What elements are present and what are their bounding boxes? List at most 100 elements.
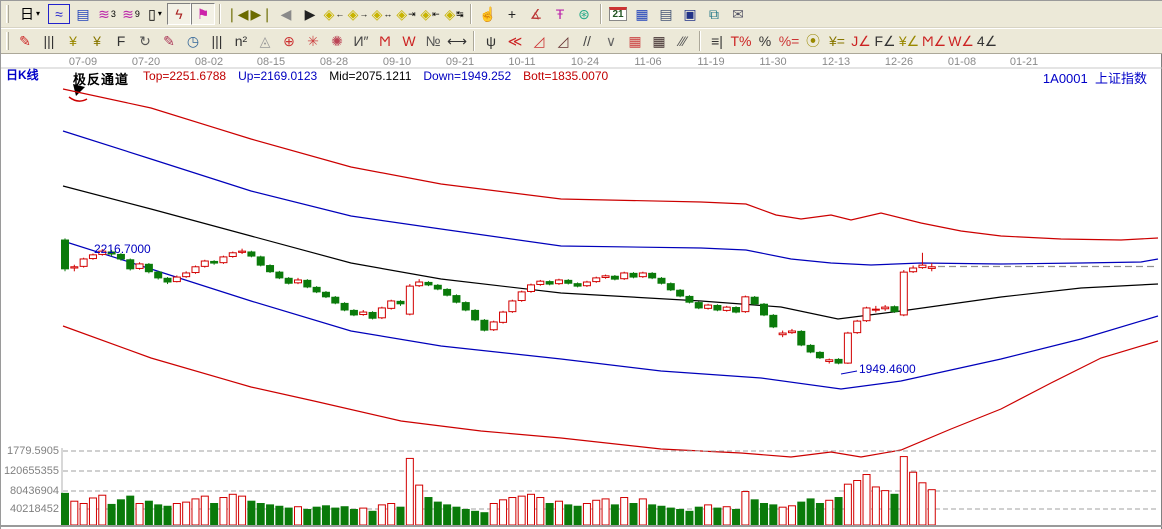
diamond-expand-icon[interactable]: ◈↔ (370, 3, 394, 25)
percent-icon[interactable]: % (753, 30, 777, 52)
clock-cycle-icon[interactable]: ◷ (181, 30, 205, 52)
volume-bar (183, 502, 190, 525)
toolbar-grip[interactable] (6, 5, 9, 23)
parallel-lines-icon[interactable]: ⁄⁄⁄ (671, 30, 695, 52)
kline-chart-area[interactable]: 07-0907-2008-0208-1508-2809-1009-2110-11… (1, 54, 1162, 529)
symbol-name[interactable]: 上证指数 (1095, 71, 1147, 86)
spiral-icon[interactable]: ↻ (133, 30, 157, 52)
next-bar-icon[interactable]: ▶ (298, 3, 322, 25)
spider-web-icon[interactable]: ✺ (325, 30, 349, 52)
channel-line-up (63, 131, 1158, 265)
grid-red-icon[interactable]: ▦ (623, 30, 647, 52)
kline-chart-svg[interactable]: 07-0907-2008-0208-1508-2809-1009-2110-11… (1, 54, 1162, 529)
gray-angle-icon[interactable]: ◬ (253, 30, 277, 52)
axis-label: 80436904 (10, 485, 59, 497)
gold-lines-icon[interactable]: ¥= (825, 30, 849, 52)
step-chart-9-icon[interactable]: ≋9 (119, 3, 143, 25)
j-angle-icon[interactable]: J∠ (849, 30, 873, 52)
volume-bar (733, 509, 740, 525)
number-grid-icon[interactable]: № (421, 30, 445, 52)
fan-box-red-icon[interactable]: ◿ (527, 30, 551, 52)
volume-profile-icon[interactable]: ≡| (705, 30, 729, 52)
hand-drag-icon[interactable]: ☝ (476, 3, 500, 25)
svg-text:09-21: 09-21 (446, 56, 474, 68)
diamond-compress-icon[interactable]: ◈⇥ (394, 3, 418, 25)
price-annotation: 2216.7000 (94, 242, 151, 256)
four-angle-icon[interactable]: 4∠ (975, 30, 999, 52)
indicator-name[interactable]: 极反通道 (73, 69, 129, 88)
f-grid-icon[interactable]: F (109, 30, 133, 52)
gold-circle-icon[interactable]: ⦿ (801, 30, 825, 52)
airbrush-icon[interactable]: ✎ (13, 30, 37, 52)
prev-bar-icon[interactable]: ◀ (274, 3, 298, 25)
volume-bar (276, 506, 283, 525)
win-angle-icon[interactable]: W∠ (947, 30, 975, 52)
trend-pencil-icon[interactable]: // (575, 30, 599, 52)
volume-bar (565, 505, 572, 525)
hash-ruler-icon[interactable]: ||| (37, 30, 61, 52)
grid-dark-icon[interactable]: ▦ (647, 30, 671, 52)
floppy-save-icon[interactable]: ▣ (678, 3, 702, 25)
indicator-row: 极反通道 Top=2251.6788Up=2169.0123Mid=2075.1… (73, 69, 608, 88)
gold-angle-icon[interactable]: ¥∠ (897, 30, 921, 52)
volume-bar (770, 505, 777, 525)
candle-period-icon[interactable]: ▯▾ (143, 3, 167, 25)
network-pc-icon[interactable]: ⧉ (702, 3, 726, 25)
candle (742, 297, 749, 312)
info-panel-icon[interactable]: ▤ (71, 3, 95, 25)
v-lines-icon[interactable]: ∨ (599, 30, 623, 52)
pitchfork-icon[interactable]: ψ (479, 30, 503, 52)
color-flag-icon[interactable]: ⚑ (191, 3, 215, 25)
diamond-left-icon[interactable]: ◈← (322, 3, 346, 25)
symbol-code[interactable]: 1A0001 (1043, 71, 1088, 86)
god-angle-icon[interactable]: Ϻ∠ (921, 30, 947, 52)
crosshair-icon[interactable]: + (500, 3, 524, 25)
diamond-center-icon[interactable]: ◈↹ (442, 3, 466, 25)
diamond-right-icon[interactable]: ◈→ (346, 3, 370, 25)
diamond-in-icon[interactable]: ◈⇤ (418, 3, 442, 25)
candle (350, 310, 357, 315)
calendar-21-icon[interactable]: 21 (606, 3, 630, 25)
last-bar-icon[interactable]: ▶❘ (250, 3, 275, 25)
retrace-percent-icon[interactable]: T% (729, 30, 753, 52)
candle (164, 278, 171, 282)
zigzag-wave-icon[interactable]: ≈ (47, 3, 71, 25)
god-grid-icon[interactable]: Ϻ (373, 30, 397, 52)
gann-fan-icon[interactable]: ≪ (503, 30, 527, 52)
candle (388, 301, 395, 308)
gold-grid-1-icon[interactable]: ¥ (61, 30, 85, 52)
mail-pc-icon[interactable]: ✉ (726, 3, 750, 25)
volume-bar (71, 501, 78, 525)
step-chart-3-icon[interactable]: ≋3 (95, 3, 119, 25)
star-rays-icon[interactable]: ✳ (301, 30, 325, 52)
first-bar-icon[interactable]: ❘◀ (225, 3, 250, 25)
fan-box-dark-icon[interactable]: ◿ (551, 30, 575, 52)
hash-ruler-2-icon[interactable]: ||| (205, 30, 229, 52)
candle (183, 273, 190, 277)
f-angle-icon[interactable]: F∠ (873, 30, 897, 52)
angle-measure-icon[interactable]: ∡ (524, 3, 548, 25)
indicator-values: Top=2251.6788Up=2169.0123Mid=2075.1211Do… (143, 69, 608, 88)
candle (229, 253, 236, 257)
period-day-button[interactable]: 日 ▾ (13, 3, 47, 25)
red-pen-icon[interactable]: ✎ (157, 30, 181, 52)
candle (397, 301, 404, 303)
width-arrows-icon[interactable]: ⟷ (445, 30, 469, 52)
volume-bar (723, 507, 730, 525)
calculator-icon[interactable]: ▦ (630, 3, 654, 25)
toolbar-grip[interactable] (6, 32, 9, 50)
notepad-icon[interactable]: ▤ (654, 3, 678, 25)
compass-target-icon[interactable]: ⊕ (277, 30, 301, 52)
speed-line-icon[interactable]: И″ (349, 30, 373, 52)
win-grid-icon[interactable]: W (397, 30, 421, 52)
n-square-grid-icon[interactable]: n² (229, 30, 253, 52)
knot-lines-icon[interactable]: ⊛ (572, 3, 596, 25)
gold-grid-2-icon[interactable]: ¥ (85, 30, 109, 52)
festival-marker-icon[interactable]: Ŧ (548, 3, 572, 25)
red-figure-icon[interactable]: ϟ (167, 3, 191, 25)
volume-bar (257, 504, 264, 526)
percent-lines-icon[interactable]: %= (777, 30, 801, 52)
low-pointer-line (841, 371, 857, 374)
candle (145, 264, 152, 271)
candle (854, 321, 861, 333)
